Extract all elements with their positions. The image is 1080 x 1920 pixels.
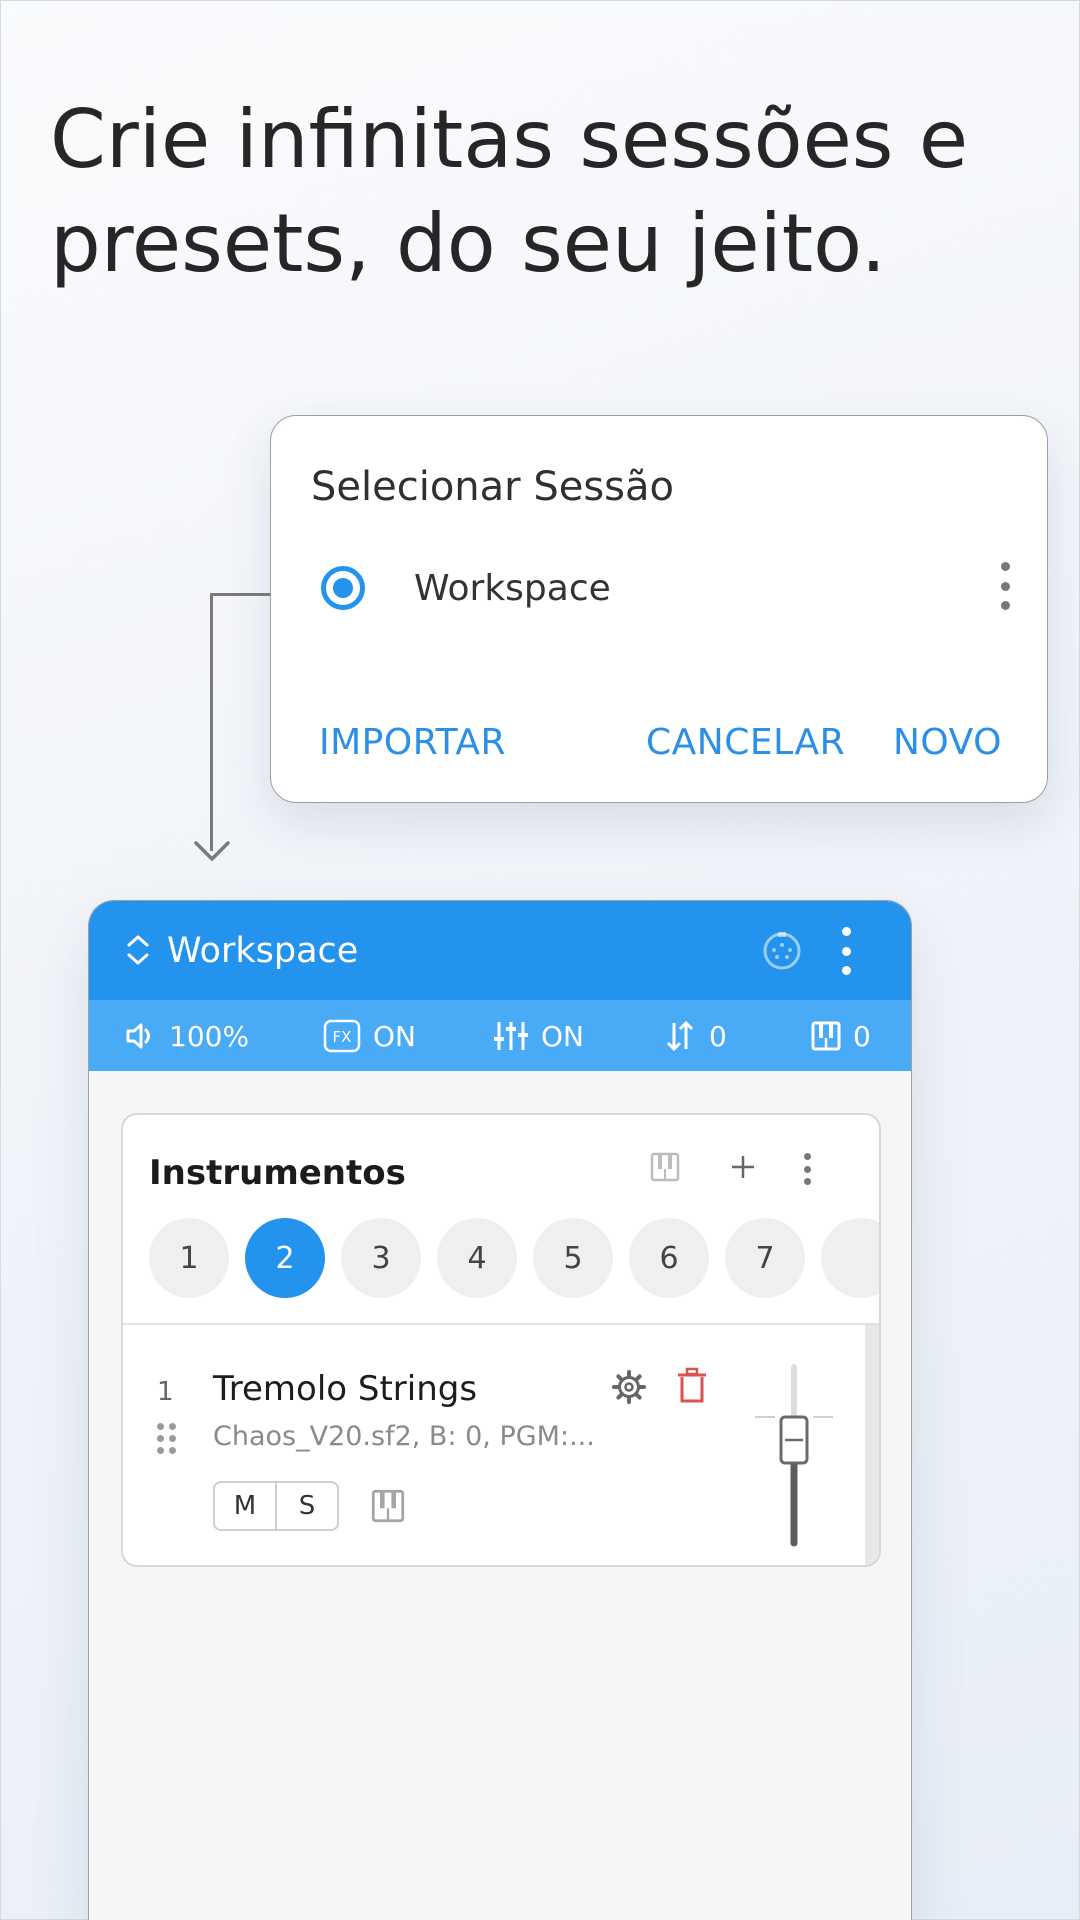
import-button[interactable]: IMPORTAR: [319, 722, 506, 763]
headline-line-1: Crie infinitas sessões e: [50, 93, 969, 186]
session-switch-chevrons-icon[interactable]: [125, 933, 151, 967]
session-option-label: Workspace: [414, 568, 611, 609]
svg-text:FX: FX: [333, 1028, 352, 1046]
instruments-more-options-icon[interactable]: [797, 1149, 817, 1189]
fx-value: ON: [373, 1019, 416, 1053]
drag-handle-icon[interactable]: [157, 1423, 177, 1455]
session-radio-button[interactable]: [321, 566, 365, 610]
instruments-title: Instrumentos: [149, 1153, 406, 1193]
transpose-value: 0: [709, 1019, 727, 1053]
channel-button-4[interactable]: 4: [437, 1218, 517, 1298]
add-instrument-icon[interactable]: [729, 1153, 757, 1181]
instrument-name: Tremolo Strings: [213, 1369, 478, 1409]
divider: [123, 1323, 879, 1325]
keyboard-status[interactable]: 0: [811, 1018, 871, 1054]
channel-button-partial[interactable]: [821, 1218, 879, 1298]
volume-value: 100%: [169, 1019, 250, 1053]
new-session-button[interactable]: NOVO: [893, 722, 1002, 763]
keyboard-value: 0: [853, 1019, 871, 1053]
equalizer-status[interactable]: ON: [493, 1018, 584, 1054]
piano-keyboard-icon: [811, 1021, 841, 1051]
delete-trash-icon[interactable]: [675, 1367, 709, 1405]
arrow-down-icon: [194, 841, 230, 861]
session-more-options-icon[interactable]: [993, 558, 1017, 614]
speaker-icon: [126, 1023, 150, 1049]
fx-icon: FX: [323, 1019, 361, 1053]
headline-line-2: presets, do seu jeito.: [50, 197, 887, 290]
channel-button-5[interactable]: 5: [533, 1218, 613, 1298]
transpose-status[interactable]: 0: [663, 1018, 727, 1054]
solo-button[interactable]: S: [275, 1481, 339, 1531]
piano-keyboard-icon[interactable]: [650, 1152, 680, 1182]
dialog-title: Selecionar Sessão: [311, 464, 674, 510]
connector-vertical-line: [210, 593, 213, 851]
instrument-number: 1: [157, 1377, 174, 1407]
equalizer-value: ON: [541, 1019, 584, 1053]
channel-button-6[interactable]: 6: [629, 1218, 709, 1298]
volume-status[interactable]: 100%: [123, 1018, 249, 1054]
session-title[interactable]: Workspace: [167, 931, 358, 971]
volume-fader-slider[interactable]: [749, 1363, 839, 1547]
equalizer-sliders-icon: [494, 1022, 528, 1050]
status-bar: 100% FX ON ON 0 0: [89, 1000, 911, 1071]
gear-icon[interactable]: [611, 1369, 647, 1405]
instruments-card: Instrumentos 1 2 3 4 5 6 7 1 Tremolo Str…: [121, 1113, 881, 1567]
app-more-options-icon[interactable]: [834, 923, 858, 979]
scrollbar[interactable]: [865, 1325, 879, 1565]
channel-button-2[interactable]: 2: [245, 1218, 325, 1298]
mute-button[interactable]: M: [213, 1481, 277, 1531]
piano-keyboard-icon[interactable]: [371, 1489, 405, 1523]
transpose-arrows-icon: [666, 1020, 694, 1052]
select-session-dialog: Selecionar Sessão Workspace IMPORTAR CAN…: [270, 415, 1048, 803]
fx-status[interactable]: FX ON: [323, 1018, 416, 1054]
session-option-workspace[interactable]: Workspace: [321, 562, 1021, 656]
headline: Crie infinitas sessões e presets, do seu…: [50, 88, 1050, 296]
app-screen: Workspace 100% FX ON ON 0 0 Instrumentos…: [88, 900, 912, 1920]
midi-port-icon[interactable]: [761, 929, 803, 971]
instrument-details: Chaos_V20.sf2, B: 0, PGM:...: [213, 1421, 595, 1452]
channel-button-3[interactable]: 3: [341, 1218, 421, 1298]
channel-button-7[interactable]: 7: [725, 1218, 805, 1298]
cancel-button[interactable]: CANCELAR: [646, 722, 845, 763]
app-bar: Workspace: [89, 901, 911, 1000]
channel-button-1[interactable]: 1: [149, 1218, 229, 1298]
